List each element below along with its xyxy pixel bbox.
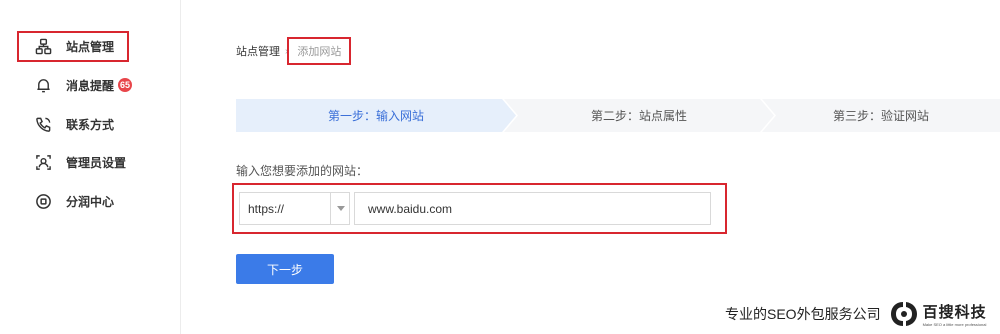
- breadcrumb-current: 添加网站: [287, 37, 352, 65]
- step-label: 第一步：输入网站: [327, 109, 424, 123]
- step-label: 第三步：验证网站: [832, 109, 929, 123]
- step-label: 第二步：站点属性: [590, 109, 687, 123]
- sidebar-item-notifications[interactable]: 消息提醒 65: [22, 70, 162, 100]
- phone-icon: [34, 115, 52, 133]
- brand-logo-icon: [890, 301, 917, 326]
- sidebar: 站点管理 消息提醒 65 联系方式 管理员设置 分润中心: [0, 0, 181, 334]
- website-url-input[interactable]: [354, 192, 711, 225]
- sidebar-item-label: 消息提醒: [66, 78, 115, 93]
- sidebar-item-label: 分润中心: [66, 194, 115, 209]
- brand-name: 百搜科技: [922, 302, 987, 321]
- sidebar-item-site-management[interactable]: 站点管理: [17, 31, 129, 62]
- caret-down-icon: [337, 206, 345, 211]
- breadcrumb-root-link[interactable]: 站点管理: [236, 43, 280, 59]
- sidebar-item-label: 管理员设置: [66, 155, 127, 170]
- next-step-button[interactable]: 下一步: [236, 254, 334, 284]
- notification-count-badge: 65: [118, 78, 133, 92]
- breadcrumb: 站点管理 › 添加网站: [236, 37, 352, 65]
- protocol-select[interactable]: https://: [239, 192, 350, 225]
- step-3-verify-site: 第三步：验证网站: [762, 99, 1000, 132]
- step-2-site-properties: 第二步：站点属性: [504, 99, 774, 132]
- watermark-brand: 百搜科技 Make SEO a little more professional: [923, 301, 987, 327]
- watermark-text: 专业的SEO外包服务公司: [725, 305, 881, 322]
- admin-card-icon: [34, 153, 52, 171]
- sidebar-item-profit-center[interactable]: 分润中心: [22, 186, 162, 216]
- watermark: 专业的SEO外包服务公司 百搜科技 Make SEO a little more…: [725, 293, 1000, 334]
- sidebar-item-admin-settings[interactable]: 管理员设置: [22, 147, 162, 177]
- step-1-enter-site: 第一步：输入网站: [236, 99, 516, 132]
- step-indicator: 第一步：输入网站 第二步：站点属性 第三步：验证网站: [236, 99, 1000, 132]
- bell-icon: [34, 76, 52, 94]
- sitemap-icon: [34, 38, 52, 56]
- brand-tagline: Make SEO a little more professional: [922, 321, 987, 327]
- sidebar-item-contact[interactable]: 联系方式: [22, 109, 162, 139]
- coin-icon: [34, 192, 52, 210]
- sidebar-item-label: 联系方式: [66, 117, 115, 132]
- sidebar-item-label: 站点管理: [66, 40, 115, 54]
- website-input-label: 输入您想要添加的网站：: [236, 164, 369, 178]
- select-divider: [330, 193, 331, 224]
- protocol-select-value: https://: [248, 201, 285, 216]
